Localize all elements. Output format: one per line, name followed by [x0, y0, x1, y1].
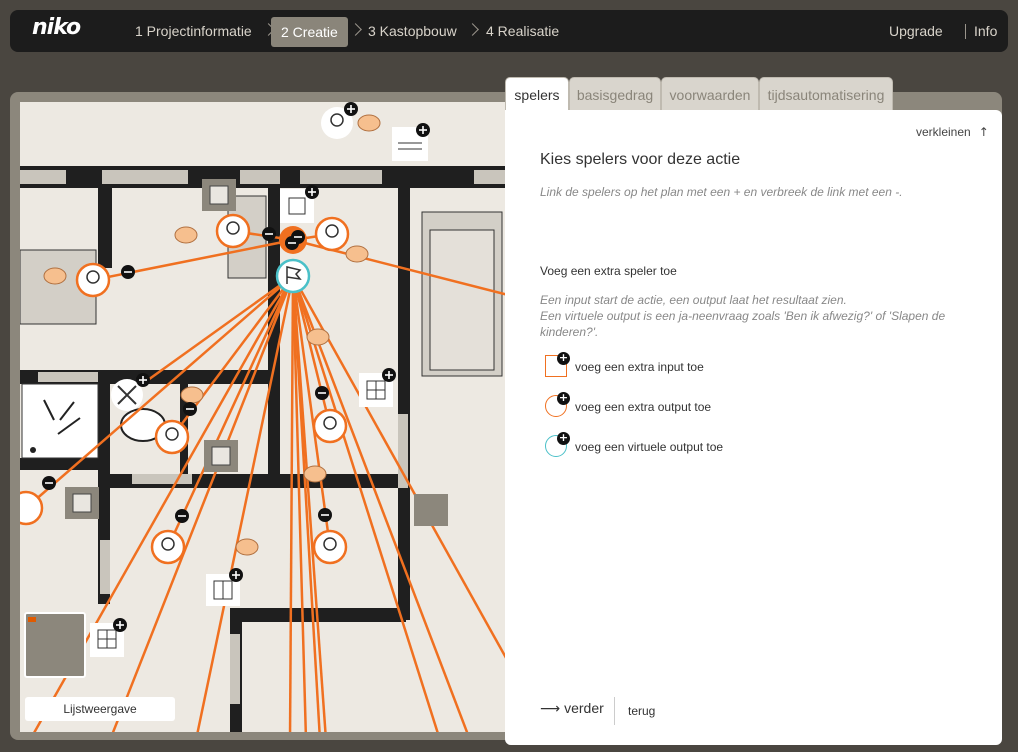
upgrade-link[interactable]: Upgrade	[889, 10, 943, 52]
virtual-output	[275, 258, 311, 294]
add-input-label: voeg een extra input toe	[575, 360, 704, 374]
info-link[interactable]: Info	[974, 10, 997, 52]
minimap-viewport-marker	[28, 617, 36, 622]
collapse-panel-button[interactable]: verkleinen ↑	[916, 125, 989, 139]
list-view-button[interactable]: Lijstweergave	[25, 697, 175, 721]
plus-icon: +	[557, 431, 570, 445]
nav-divider	[614, 697, 615, 725]
niko-logo[interactable]: niko	[32, 15, 81, 40]
top-link-divider	[965, 24, 966, 39]
next-label: verder	[564, 700, 604, 716]
add-player-heading: Voeg een extra speler toe	[540, 264, 677, 278]
explanation-input-output: Een input start de actie, een output laa…	[540, 293, 847, 307]
back-button[interactable]: terug	[628, 704, 655, 718]
tab-tijdsautomatisering[interactable]: tijdsautomatisering	[759, 77, 893, 111]
next-button[interactable]: ⟶ verder	[540, 700, 604, 717]
explanation-virtual-output: Een virtuele output is een ja-neenvraag …	[540, 309, 946, 339]
chevron-right-icon	[349, 23, 362, 36]
step-kastopbouw[interactable]: 3 Kastopbouw	[368, 10, 457, 52]
tab-basisgedrag[interactable]: basisgedrag	[569, 77, 661, 111]
tab-voorwaarden[interactable]: voorwaarden	[661, 77, 759, 111]
floor-plan[interactable]	[20, 102, 506, 732]
chevron-right-icon	[466, 23, 479, 36]
panel-title: Kies spelers voor deze actie	[540, 151, 741, 168]
add-output-label: voeg een extra output toe	[575, 400, 712, 414]
top-navigation-bar: niko 1 Projectinformatie 2 Creatie 3 Kas…	[10, 10, 1008, 52]
step-creatie[interactable]: 2 Creatie	[271, 17, 348, 47]
step-realisatie[interactable]: 4 Realisatie	[486, 10, 559, 52]
floor-plan-drawing	[20, 102, 506, 732]
panel-subtitle: Link de spelers op het plan met een + en…	[540, 185, 903, 199]
shower	[21, 383, 99, 459]
step-projectinformatie[interactable]: 1 Projectinformatie	[135, 10, 252, 52]
add-virtual-output-label: voeg een virtuele output toe	[575, 440, 724, 454]
plus-icon: +	[557, 391, 570, 405]
arrow-right-icon: ⟶	[540, 701, 561, 717]
arrow-up-icon: ↑	[978, 125, 989, 139]
plus-icon: +	[557, 351, 570, 365]
collapse-label: verkleinen	[916, 125, 971, 139]
players-panel	[505, 110, 1002, 745]
tab-spelers[interactable]: spelers	[505, 77, 569, 112]
minimap[interactable]	[24, 612, 86, 678]
